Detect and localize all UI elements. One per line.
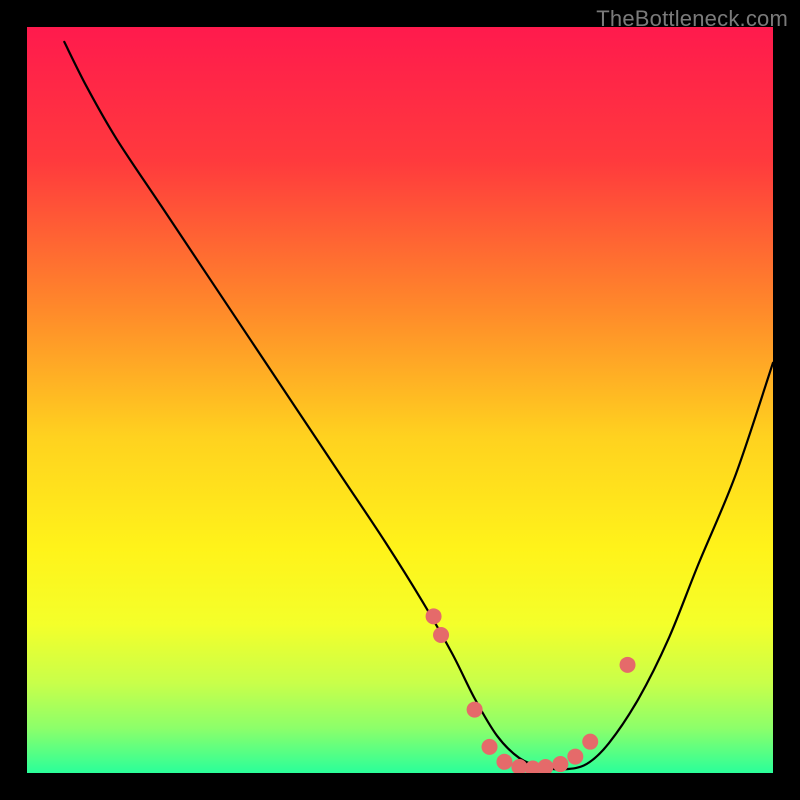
data-point bbox=[433, 627, 449, 643]
data-point bbox=[426, 608, 442, 624]
chart-plot-area bbox=[27, 27, 773, 773]
data-point bbox=[620, 657, 636, 673]
data-point bbox=[496, 754, 512, 770]
watermark-text: TheBottleneck.com bbox=[596, 6, 788, 32]
data-point bbox=[467, 702, 483, 718]
data-point bbox=[552, 756, 568, 772]
chart-background bbox=[27, 27, 773, 773]
data-point bbox=[567, 749, 583, 765]
chart-svg bbox=[27, 27, 773, 773]
data-point bbox=[582, 734, 598, 750]
data-point bbox=[482, 739, 498, 755]
